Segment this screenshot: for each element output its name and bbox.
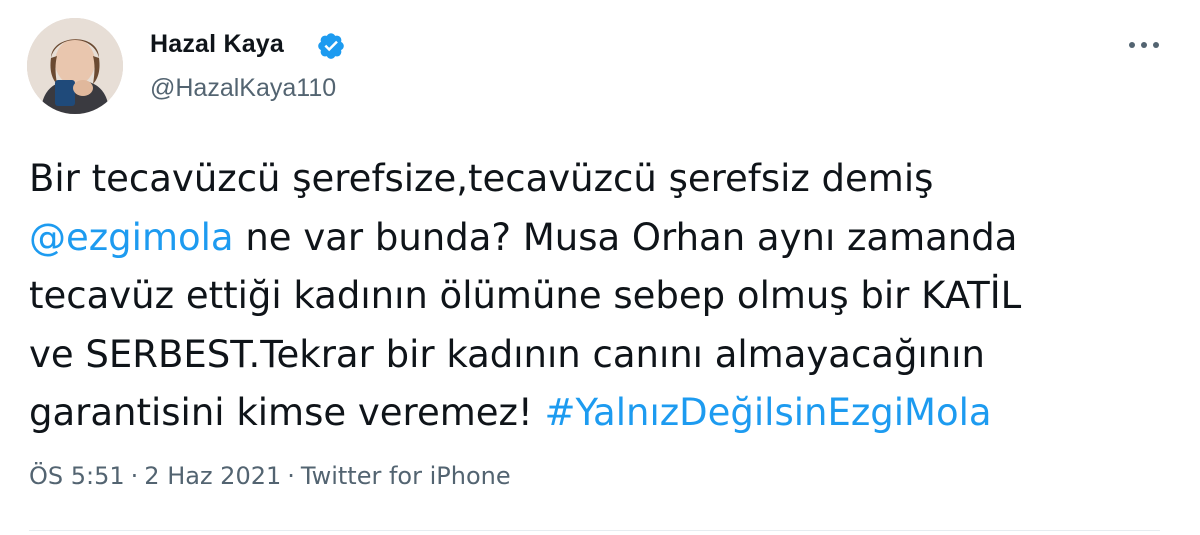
verified-badge-icon: [318, 33, 344, 59]
mention-link[interactable]: @ezgimola: [29, 216, 234, 259]
tweet-line-text: ne var bunda? Musa Orhan aynı zamanda: [233, 215, 1018, 259]
tweet-line: Bir tecavüzcü şerefsize,tecavüzcü şerefs…: [29, 157, 934, 200]
tweet-line-with-hashtag: garantisini kimse veremez! #YalnızDeğils…: [29, 384, 1169, 443]
author-handle[interactable]: @HazalKaya110: [150, 74, 336, 103]
tweet-source[interactable]: Twitter for iPhone: [301, 462, 511, 490]
tweet-line-text: garantisini kimse veremez!: [29, 391, 545, 434]
meta-separator: ·: [130, 462, 139, 490]
more-dot: [1141, 42, 1147, 48]
tweet-line: tecavüz ettiği kadının ölümüne sebep olm…: [29, 274, 1022, 317]
tweet-line: ve SERBEST.Tekrar bir kadının canını alm…: [29, 332, 985, 376]
more-dot: [1129, 42, 1135, 48]
more-dot: [1153, 42, 1159, 48]
tweet-time[interactable]: ÖS 5:51: [29, 462, 125, 490]
tweet-card: Hazal Kaya @HazalKaya110 Bir tecavüzcü ş…: [0, 0, 1200, 535]
divider: [29, 530, 1160, 531]
hashtag-link[interactable]: #YalnızDeğilsinEzgiMola: [545, 391, 992, 434]
tweet-line-with-mention: @ezgimola ne var bunda? Musa Orhan aynı …: [29, 209, 1169, 268]
avatar[interactable]: [27, 18, 123, 114]
more-options-icon[interactable]: [1122, 30, 1166, 60]
tweet-text: Bir tecavüzcü şerefsize,tecavüzcü şerefs…: [29, 150, 1169, 443]
tweet-meta: ÖS 5:51 · 2 Haz 2021 · Twitter for iPhone: [29, 462, 511, 490]
avatar-photo: [27, 18, 123, 114]
meta-separator: ·: [287, 462, 295, 490]
author-name[interactable]: Hazal Kaya: [150, 30, 284, 59]
tweet-date[interactable]: 2 Haz 2021: [144, 462, 281, 490]
